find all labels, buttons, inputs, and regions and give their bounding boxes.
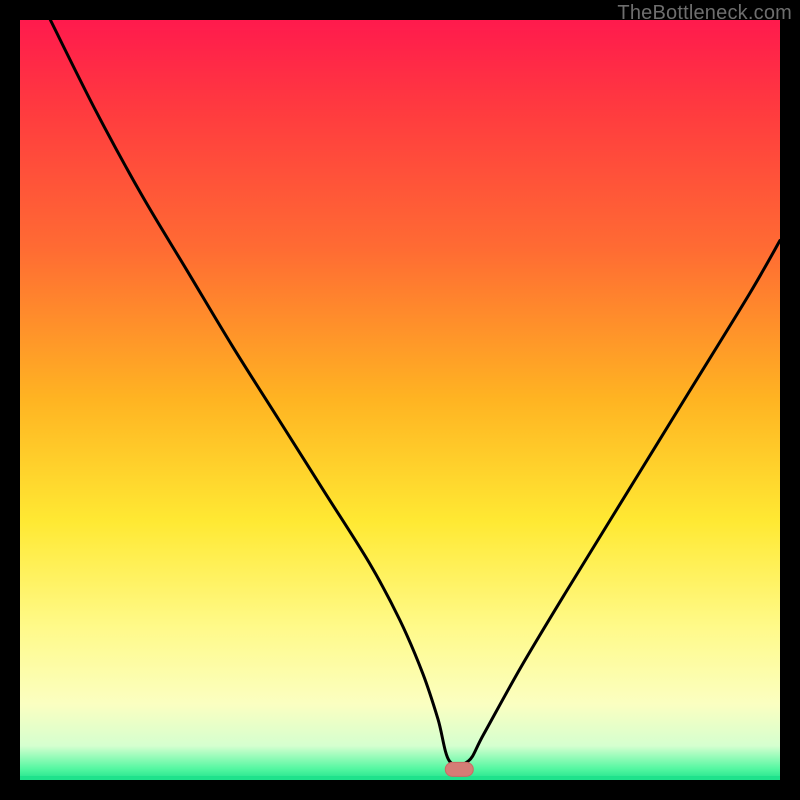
gradient-background	[20, 20, 780, 780]
bottleneck-chart	[20, 20, 780, 780]
attribution-label: TheBottleneck.com	[617, 2, 792, 25]
optimal-marker	[445, 762, 473, 776]
chart-frame: TheBottleneck.com	[0, 0, 800, 800]
plot-area	[20, 20, 780, 780]
